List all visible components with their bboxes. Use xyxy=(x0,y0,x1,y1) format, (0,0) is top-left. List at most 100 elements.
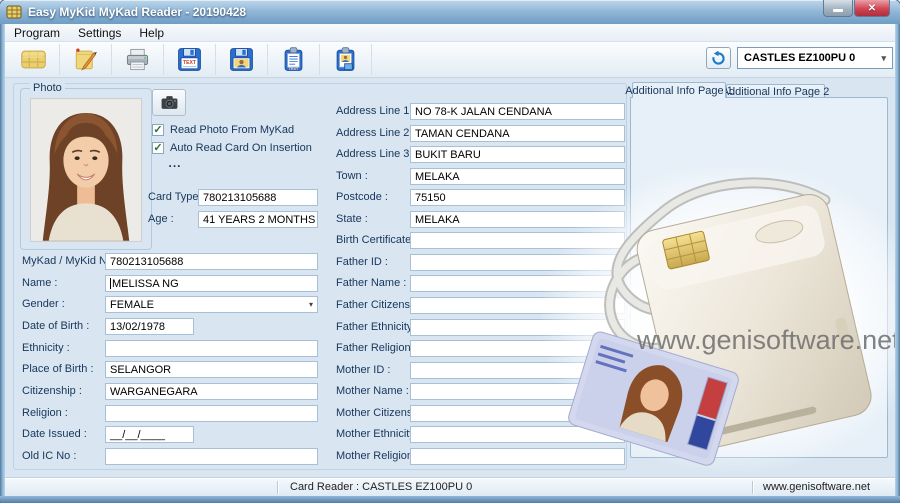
left-input-place-of-birth[interactable]: SELANGOR xyxy=(105,361,318,378)
window-border-left xyxy=(0,24,5,503)
statusbar-card-reader: Card Reader : CASTLES EZ100PU 0 xyxy=(290,481,472,493)
svg-text:TEXT: TEXT xyxy=(183,60,197,66)
close-icon: ✕ xyxy=(868,3,876,14)
mid-input-mother-id[interactable] xyxy=(410,362,625,379)
app-window: Easy MyKid MyKad Reader - 20190428 ✕ Pro… xyxy=(0,0,900,503)
mid-input-town[interactable]: MELAKA xyxy=(410,168,625,185)
mid-input-father-ethnicity[interactable] xyxy=(410,319,625,336)
left-input-name[interactable]: MELISSA NG xyxy=(105,275,318,292)
copy-photo-icon xyxy=(332,46,359,73)
app-icon xyxy=(6,4,22,20)
copy-photo-button[interactable] xyxy=(320,44,372,75)
capture-photo-button[interactable] xyxy=(152,89,186,116)
mid-input-father-religion[interactable] xyxy=(410,340,625,357)
left-label-date-of-birth: Date of Birth : xyxy=(22,320,89,332)
mid-label-mother-ethnicity: Mother Ethnicity : xyxy=(336,428,421,440)
mid-input-father-id[interactable] xyxy=(410,254,625,271)
mid-label-birth-certificate: Birth Certificate : xyxy=(336,234,417,246)
field-value: NO 78-K JALAN CENDANA xyxy=(415,106,552,118)
meta-label-age: Age : xyxy=(148,213,174,225)
camera-icon xyxy=(160,93,179,112)
mid-input-mother-citizenship[interactable] xyxy=(410,405,625,422)
left-label-date-issued: Date Issued : xyxy=(22,428,87,440)
chevron-down-icon: ▾ xyxy=(881,53,886,64)
more-options-label[interactable]: ... xyxy=(160,156,190,170)
edit-icon xyxy=(72,46,99,73)
statusbar: Card Reader : CASTLES EZ100PU 0 www.geni… xyxy=(5,478,895,496)
left-label-religion: Religion : xyxy=(22,407,68,419)
left-label-place-of-birth: Place of Birth : xyxy=(22,363,94,375)
mid-input-father-name[interactable] xyxy=(410,275,625,292)
mid-input-mother-religion[interactable] xyxy=(410,448,625,465)
menubar: ProgramSettingsHelp xyxy=(5,24,895,42)
left-label-name: Name : xyxy=(22,277,57,289)
field-value: 780213105688 xyxy=(203,192,276,204)
print-icon xyxy=(124,46,151,73)
mid-input-birth-certificate[interactable] xyxy=(410,232,625,249)
mid-input-mother-name[interactable] xyxy=(410,383,625,400)
close-button[interactable]: ✕ xyxy=(854,0,890,17)
photo-portrait xyxy=(30,98,142,242)
left-input-citizenship[interactable]: WARGANEGARA xyxy=(105,383,318,400)
copy-text-button[interactable]: TEXT xyxy=(268,44,320,75)
mid-label-father-id: Father ID : xyxy=(336,256,388,268)
mid-label-address-line-2: Address Line 2 : xyxy=(336,127,416,139)
minimize-button[interactable] xyxy=(823,0,853,17)
mid-label-postcode: Postcode : xyxy=(336,191,388,203)
checkbox-label: Read Photo From MyKad xyxy=(170,124,294,136)
field-value: 13/02/1978 xyxy=(110,321,165,333)
save-text-icon: TEXT xyxy=(176,46,203,73)
window-title: Easy MyKid MyKad Reader - 20190428 xyxy=(28,5,246,19)
tab-additional-info-page-2[interactable]: Additional Info Page 2 xyxy=(726,84,825,98)
left-label-citizenship: Citizenship : xyxy=(22,385,82,397)
meta-input-age[interactable]: 41 YEARS 2 MONTHS xyxy=(198,211,318,228)
left-input-date-issued[interactable]: __/__/____ xyxy=(105,426,194,443)
titlebar[interactable]: Easy MyKid MyKad Reader - 20190428 ✕ xyxy=(0,0,900,24)
checkbox-box[interactable]: ✓ xyxy=(152,124,164,136)
meta-input-card-type[interactable]: 780213105688 xyxy=(198,189,318,206)
window-border-bottom xyxy=(0,496,900,503)
save-photo-icon xyxy=(228,46,255,73)
mid-input-mother-ethnicity[interactable] xyxy=(410,426,625,443)
mid-input-postcode[interactable]: 75150 xyxy=(410,189,625,206)
toolbar: TEXT TEXT CASTLES EZ100PU 0 ▾ xyxy=(5,42,895,78)
checkbox-box[interactable]: ✓ xyxy=(152,142,164,154)
edit-card-button[interactable] xyxy=(60,44,112,75)
refresh-icon xyxy=(711,51,726,66)
field-value: 41 YEARS 2 MONTHS xyxy=(203,214,315,226)
mid-input-father-citizenship[interactable] xyxy=(410,297,625,314)
tab-additional-info-page-1[interactable]: Additional Info Page 1 xyxy=(632,82,726,98)
mid-input-state[interactable]: MELAKA xyxy=(410,211,625,228)
left-input-ethnicity[interactable] xyxy=(105,340,318,357)
save-photo-button[interactable] xyxy=(216,44,268,75)
mid-label-father-ethnicity: Father Ethnicity : xyxy=(336,321,419,333)
text-caret xyxy=(110,278,111,289)
menu-program[interactable]: Program xyxy=(5,25,69,41)
refresh-reader-button[interactable] xyxy=(706,47,731,69)
left-input-date-of-birth[interactable]: 13/02/1978 xyxy=(105,318,194,335)
print-button[interactable] xyxy=(112,44,164,75)
reader-select[interactable]: CASTLES EZ100PU 0 ▾ xyxy=(737,47,893,69)
mid-input-address-line-2[interactable]: TAMAN CENDANA xyxy=(410,125,625,142)
mid-label-state: State : xyxy=(336,213,368,225)
left-label-ethnicity: Ethnicity : xyxy=(22,342,70,354)
menu-help[interactable]: Help xyxy=(130,25,173,41)
left-input-religion[interactable] xyxy=(105,405,318,422)
mid-label-mother-id: Mother ID : xyxy=(336,364,390,376)
field-value: SELANGOR xyxy=(110,364,171,376)
mid-input-address-line-1[interactable]: NO 78-K JALAN CENDANA xyxy=(410,103,625,120)
field-value: __/__/____ xyxy=(110,429,165,441)
menu-settings[interactable]: Settings xyxy=(69,25,130,41)
mid-input-address-line-3[interactable]: BUKIT BARU xyxy=(410,146,625,163)
checkbox-read-photo-from-mykad[interactable]: ✓ Read Photo From MyKad xyxy=(152,124,294,136)
left-input-mykad-mykid-no[interactable]: 780213105688 xyxy=(105,253,318,270)
mid-label-address-line-3: Address Line 3 : xyxy=(336,148,416,160)
left-input-old-ic-no[interactable] xyxy=(105,448,318,465)
read-card-button[interactable] xyxy=(8,44,60,75)
window-border-right xyxy=(895,24,900,503)
mid-label-town: Town : xyxy=(336,170,368,182)
left-input-gender[interactable]: FEMALE▾ xyxy=(105,296,318,313)
checkbox-auto-read-card-on-insertion[interactable]: ✓Auto Read Card On Insertion xyxy=(152,142,312,154)
save-text-button[interactable]: TEXT xyxy=(164,44,216,75)
mid-label-mother-name: Mother Name : xyxy=(336,385,409,397)
